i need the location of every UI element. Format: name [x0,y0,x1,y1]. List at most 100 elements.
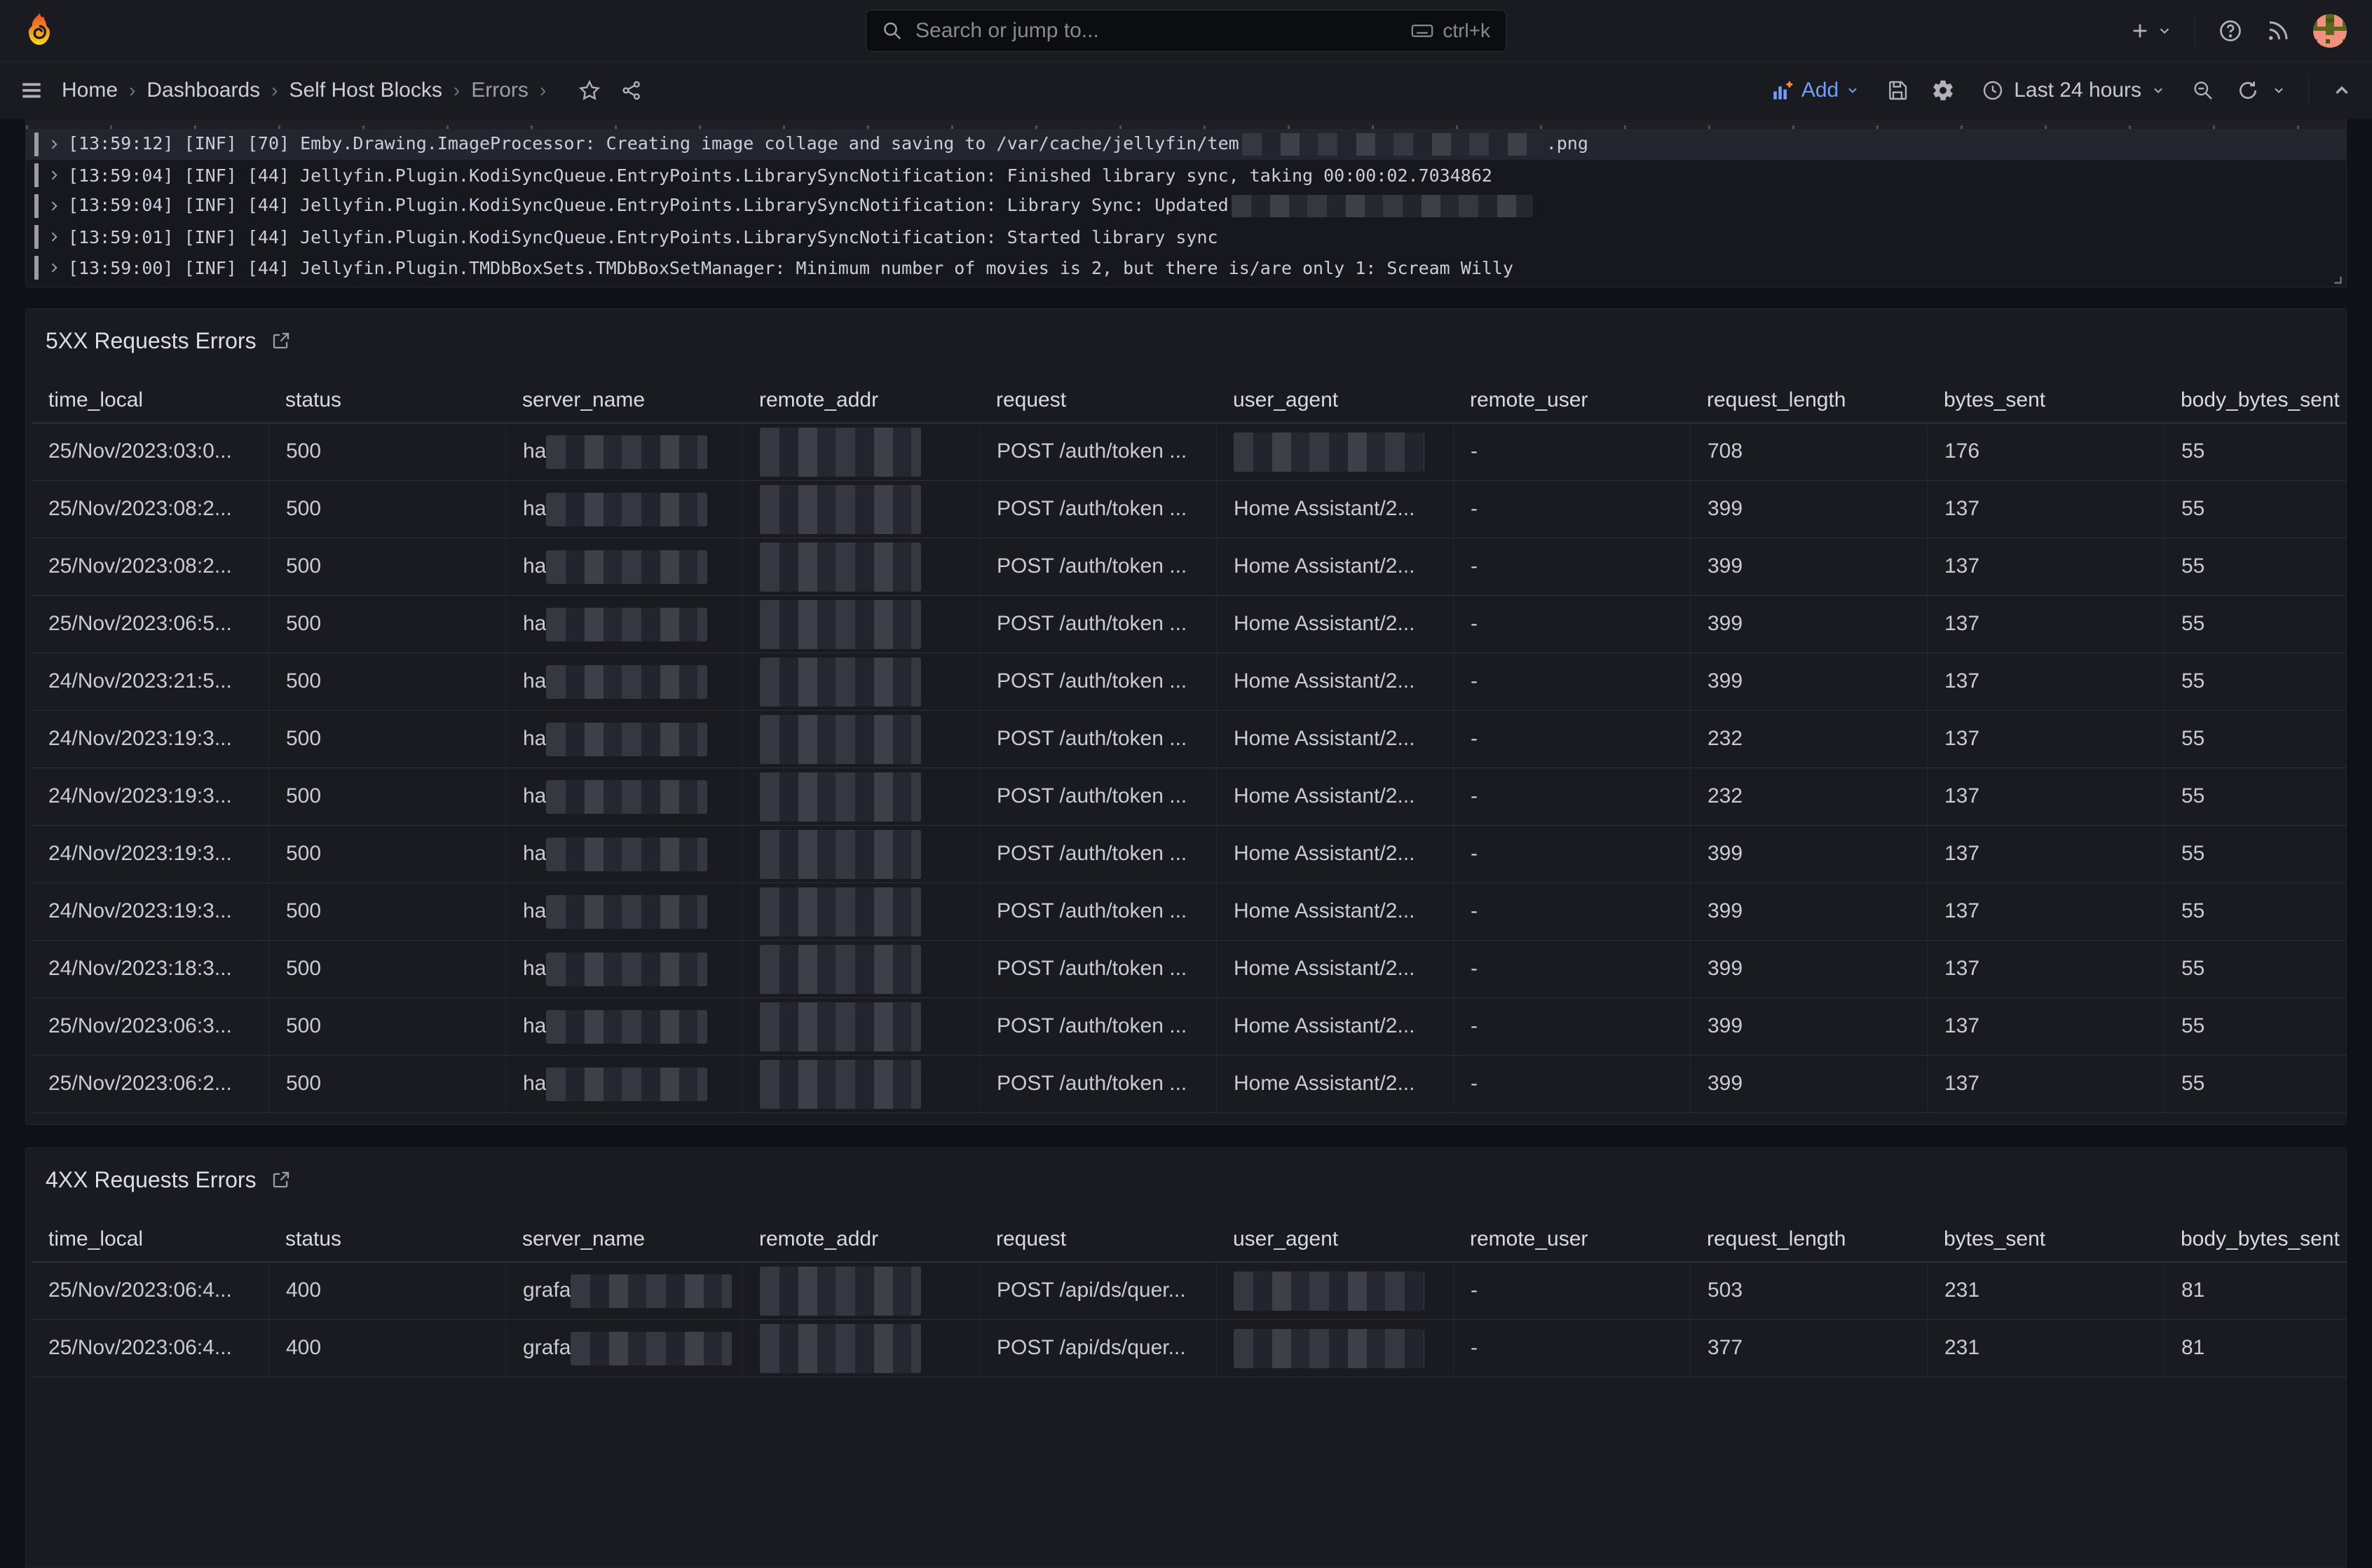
cell-server-name: ha [505,423,742,480]
column-header[interactable]: body_bytes_sent [2164,1218,2347,1262]
cell-bytes-sent: 137 [1927,768,2164,825]
help-icon [2218,18,2243,43]
chevron-down-icon [2272,83,2286,97]
cell-remote-addr [742,711,979,768]
cell-bytes-sent: 231 [1927,1320,2164,1377]
breadcrumb-link[interactable]: Dashboards [146,79,260,102]
dashboard-settings-button[interactable] [1931,79,1955,102]
log-row[interactable]: [13:59:01] [INF] [44] Jellyfin.Plugin.Ko… [26,221,2346,252]
zoom-out-icon [2192,79,2214,102]
column-header[interactable]: request_length [1690,379,1927,423]
zoom-out-button[interactable] [2192,79,2214,102]
new-menu-button[interactable] [2129,20,2172,42]
table-row: 25/Nov/2023:06:2... 500 ha POST /auth/to… [32,1056,2347,1113]
external-link-icon[interactable] [271,330,292,351]
expand-caret-icon[interactable] [47,261,61,275]
refresh-button[interactable] [2237,79,2286,102]
cell-user-agent [1216,1262,1453,1319]
share-icon [620,79,643,102]
news-button[interactable] [2265,18,2291,43]
external-link-icon[interactable] [271,1169,292,1190]
cell-status: 500 [268,883,505,940]
cell-remote-user: - [1453,711,1690,768]
cell-time-local: 24/Nov/2023:18:3... [32,941,268,997]
log-row[interactable]: [13:59:00] [INF] [44] Jellyfin.Plugin.TM… [26,252,2346,283]
column-header[interactable]: status [268,379,505,423]
column-header[interactable]: time_local [32,1218,268,1262]
search-input[interactable] [914,18,1399,43]
expand-caret-icon[interactable] [47,230,61,244]
column-header[interactable]: request [979,1218,1216,1262]
grafana-logo[interactable] [25,10,53,52]
cell-user-agent: Home Assistant/2... [1216,941,1453,997]
favorite-button[interactable] [578,79,601,102]
breadcrumb-link[interactable]: Errors [471,79,529,102]
expand-caret-icon[interactable] [47,168,61,182]
share-button[interactable] [620,79,643,102]
breadcrumb-link[interactable]: Self Host Blocks [289,79,442,102]
log-row[interactable]: [13:59:04] [INF] [44] Jellyfin.Plugin.Ko… [26,160,2346,191]
column-header[interactable]: remote_user [1453,1218,1690,1262]
column-header[interactable]: status [268,1218,505,1262]
star-icon [578,79,601,102]
column-header[interactable]: request [979,379,1216,423]
column-header[interactable]: remote_user [1453,379,1690,423]
cell-server-name: ha [505,481,742,538]
cell-time-local: 24/Nov/2023:19:3... [32,711,268,768]
mega-menu-button[interactable] [20,79,43,102]
column-header[interactable]: bytes_sent [1927,1218,2164,1262]
breadcrumb-link[interactable]: Home [62,79,118,102]
cell-bytes-sent: 137 [1927,653,2164,710]
column-header[interactable]: time_local [32,379,268,423]
cell-request-length: 399 [1690,941,1927,997]
redacted-remote-addr [760,600,921,649]
cell-request-length: 399 [1690,596,1927,653]
save-dashboard-button[interactable] [1886,79,1909,102]
log-row[interactable]: [13:59:12] [INF] [70] Emby.Drawing.Image… [26,129,2346,160]
cell-status: 500 [268,1056,505,1112]
table-row: 24/Nov/2023:19:3... 500 ha POST /auth/to… [32,883,2347,941]
cell-remote-user: - [1453,653,1690,710]
redacted-remote-addr [760,428,921,477]
cell-request-length: 232 [1690,711,1927,768]
cell-status: 500 [268,423,505,480]
cell-request: POST /auth/token ... [979,481,1216,538]
table-row: 25/Nov/2023:03:0... 500 ha POST /auth/to… [32,423,2347,481]
collapse-toolbar-button[interactable] [2331,80,2352,101]
global-search: ctrl+k [866,10,1506,52]
breadcrumb-item: Home [62,79,146,102]
panel-5xx-requests-errors: 5XX Requests Errors time_local status se… [25,308,2347,1125]
column-header[interactable]: request_length [1690,1218,1927,1262]
cell-bytes-sent: 137 [1927,1056,2164,1112]
cell-server-name: ha [505,538,742,595]
cell-body-bytes-sent: 81 [2164,1320,2347,1377]
cell-user-agent: Home Assistant/2... [1216,826,1453,882]
log-row[interactable]: [13:59:04] [INF] [44] Jellyfin.Plugin.Ko… [26,191,2346,221]
redacted-server-name [546,895,707,929]
log-message: [13:59:00] [INF] [44] Jellyfin.Plugin.TM… [68,258,1513,278]
column-header[interactable]: remote_addr [742,379,979,423]
redacted-remote-addr [760,772,921,822]
breadcrumb: Home Dashboards Self Host Blocks Errors [62,79,557,102]
user-avatar[interactable] [2313,14,2347,48]
column-header[interactable]: server_name [505,1218,742,1262]
help-button[interactable] [2218,18,2243,43]
expand-caret-icon[interactable] [47,137,61,151]
column-header[interactable]: bytes_sent [1927,379,2164,423]
cell-remote-user: - [1453,1056,1690,1112]
expand-caret-icon[interactable] [47,199,61,213]
add-panel-button[interactable]: Add [1766,78,1864,103]
search-icon [882,20,903,41]
column-header[interactable]: remote_addr [742,1218,979,1262]
time-range-picker[interactable]: Last 24 hours [1977,78,2169,103]
panel-resize-handle[interactable] [2329,271,2342,284]
redacted-remote-addr [760,485,921,534]
chevron-down-icon [1846,83,1860,97]
cell-bytes-sent: 137 [1927,883,2164,940]
column-header[interactable]: server_name [505,379,742,423]
cell-request: POST /auth/token ... [979,826,1216,882]
cell-remote-addr [742,768,979,825]
column-header[interactable]: body_bytes_sent [2164,379,2347,423]
column-header[interactable]: user_agent [1216,379,1453,423]
column-header[interactable]: user_agent [1216,1218,1453,1262]
